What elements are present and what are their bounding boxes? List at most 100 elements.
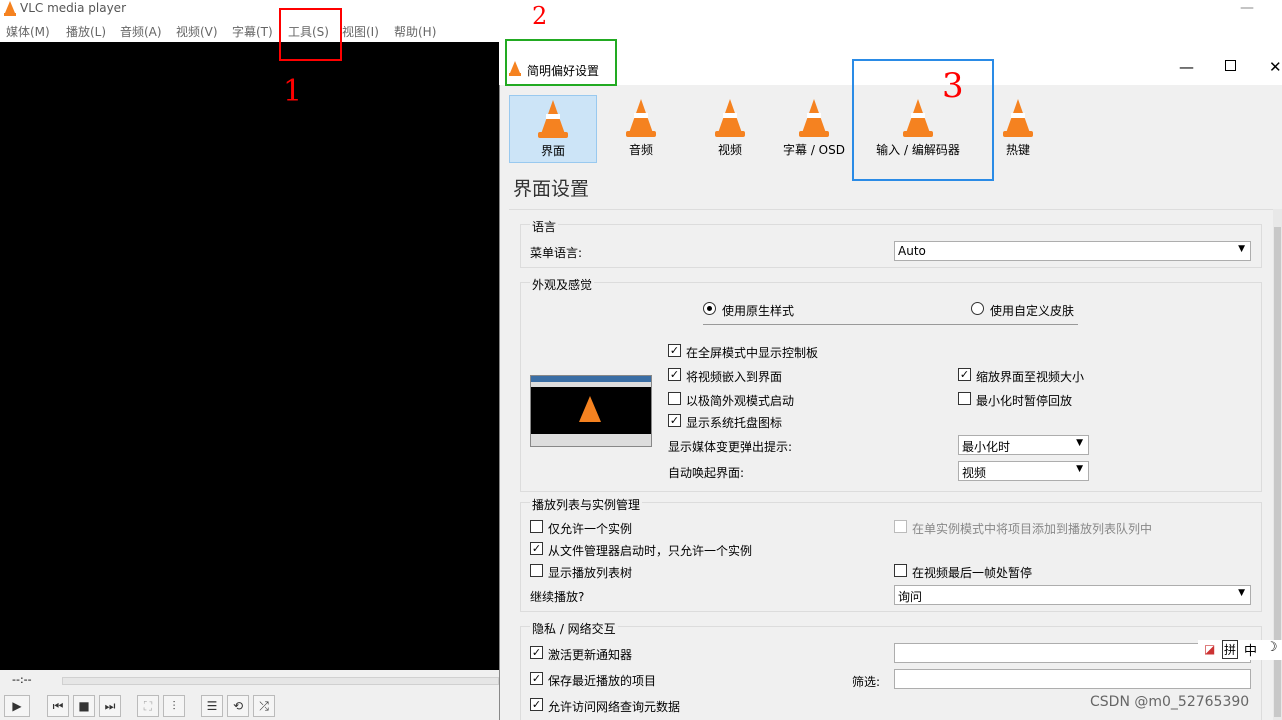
shuffle-button[interactable]: ⤮ — [253, 695, 275, 717]
category-audio[interactable]: 音频 — [597, 95, 685, 163]
category-label: 字幕 / OSD — [783, 143, 845, 157]
minimal-view-checkbox[interactable] — [668, 392, 681, 405]
popup-select[interactable]: 最小化时 ▼ — [958, 435, 1089, 455]
playlist-group-title: 播放列表与实例管理 — [530, 496, 643, 513]
annotation-number-2: 2 — [532, 2, 548, 30]
menu-language-label: 菜单语言: — [530, 246, 583, 260]
extended-settings-button[interactable]: ⫶ — [163, 695, 185, 717]
loop-button[interactable]: ⟲ — [227, 695, 249, 717]
privacy-group-title: 隐私 / 网络交互 — [530, 620, 618, 637]
resume-select[interactable]: 询问 ▼ — [894, 585, 1251, 605]
category-label: 界面 — [540, 144, 565, 158]
prev-icon: ⏮ — [52, 698, 64, 713]
ime-indicator[interactable]: ◪ 拼 中 ☽ — [1198, 640, 1282, 660]
category-label: 视频 — [717, 143, 742, 157]
one-instance-fm-label: 从文件管理器启动时，只允许一个实例 — [548, 544, 753, 558]
stop-icon: ■ — [78, 699, 90, 713]
enqueue-checkbox[interactable] — [894, 520, 907, 533]
prev-button[interactable]: ⏮ — [47, 695, 69, 717]
ime-mode: 中 — [1244, 644, 1258, 659]
minimize-button[interactable]: — — [1179, 58, 1194, 76]
save-recent-label: 保存最近播放的项目 — [548, 674, 657, 688]
native-style-radio[interactable] — [703, 302, 716, 315]
systray-checkbox[interactable]: ✓ — [668, 414, 681, 427]
hotkeys-cone-icon — [1001, 99, 1035, 139]
video-cone-icon — [713, 99, 747, 139]
menu-subtitle[interactable]: 字幕(T) — [232, 23, 273, 40]
pause-minimized-checkbox[interactable] — [958, 392, 971, 405]
metadata-network-label: 允许访问网络查询元数据 — [548, 700, 681, 714]
pause-last-frame-label: 在视频最后一帧处暂停 — [912, 566, 1033, 580]
playlist-tree-label: 显示播放列表树 — [548, 566, 633, 580]
playlist-tree-checkbox[interactable] — [530, 564, 543, 577]
menu-audio[interactable]: 音频(A) — [120, 23, 162, 40]
video-area[interactable] — [0, 42, 499, 670]
minimize-button[interactable]: — — [1240, 0, 1254, 16]
play-button[interactable]: ▶ — [4, 695, 30, 717]
pause-last-frame-checkbox[interactable] — [894, 564, 907, 577]
annotation-box-tools — [279, 8, 342, 61]
section-title: 界面设置 — [513, 178, 590, 200]
menu-view[interactable]: 视图(I) — [342, 23, 379, 40]
resize-interface-checkbox[interactable]: ✓ — [958, 368, 971, 381]
ime-pinyin-icon: 拼 — [1222, 640, 1239, 659]
maximize-button[interactable] — [1225, 60, 1236, 71]
fs-controller-checkbox[interactable]: ✓ — [668, 344, 681, 357]
menu-language-select[interactable]: Auto ▼ — [894, 241, 1251, 261]
embed-video-label: 将视频嵌入到界面 — [686, 370, 783, 384]
extended-settings-icon: ⫶ — [172, 698, 176, 713]
category-label: 音频 — [628, 143, 653, 157]
vlc-logo-icon — [4, 1, 16, 16]
next-icon: ⏭ — [104, 698, 116, 713]
update-notifier-checkbox[interactable]: ✓ — [530, 646, 543, 659]
filter-input[interactable] — [894, 669, 1251, 689]
pause-minimized-label: 最小化时暂停回放 — [976, 394, 1073, 408]
menu-video[interactable]: 视频(V) — [176, 23, 218, 40]
shuffle-icon: ⤮ — [259, 698, 269, 713]
next-button[interactable]: ⏭ — [99, 695, 121, 717]
raise-select[interactable]: 视频 ▼ — [958, 461, 1089, 481]
dropdown-arrow-icon: ▼ — [1238, 244, 1245, 254]
vlc-preview-thumbnail — [530, 375, 652, 447]
loop-icon: ⟲ — [232, 699, 244, 713]
one-instance-label: 仅允许一个实例 — [548, 522, 633, 536]
raise-value: 视频 — [962, 466, 987, 480]
menu-media[interactable]: 媒体(M) — [6, 23, 50, 40]
close-button[interactable]: ✕ — [1269, 58, 1282, 76]
custom-skin-label: 使用自定义皮肤 — [990, 304, 1075, 318]
native-style-label: 使用原生样式 — [722, 304, 795, 318]
ime-moon-icon: ☽ — [1266, 640, 1278, 655]
time-label: --:-- — [12, 673, 32, 686]
fullscreen-button[interactable]: ⛶ — [137, 695, 159, 717]
play-icon: ▶ — [12, 699, 22, 713]
raise-label: 自动唤起界面: — [668, 466, 745, 480]
filter-label: 筛选: — [852, 675, 881, 689]
playlist-button[interactable]: ☰ — [201, 695, 223, 717]
one-instance-fm-checkbox[interactable]: ✓ — [530, 542, 543, 555]
annotation-number-3: 3 — [942, 66, 964, 106]
category-interface[interactable]: 界面 — [509, 95, 597, 163]
main-title-bar: VLC media player — — [0, 0, 1282, 18]
stop-button[interactable]: ■ — [73, 695, 95, 717]
save-recent-checkbox[interactable]: ✓ — [530, 672, 543, 685]
interface-cone-icon — [536, 100, 570, 140]
category-subtitles[interactable]: 字幕 / OSD — [774, 95, 854, 163]
fullscreen-icon: ⛶ — [143, 698, 153, 713]
playlist-icon: ☰ — [206, 699, 218, 713]
menu-help[interactable]: 帮助(H) — [394, 23, 436, 40]
category-video[interactable]: 视频 — [686, 95, 774, 163]
seek-slider[interactable] — [62, 677, 499, 685]
custom-skin-radio[interactable] — [971, 302, 984, 315]
look-feel-group-title: 外观及感觉 — [530, 276, 595, 293]
annotation-box-title — [505, 39, 617, 86]
app-title: VLC media player — [20, 1, 127, 15]
menu-playback[interactable]: 播放(L) — [66, 23, 106, 40]
annotation-box-input-codecs — [852, 59, 994, 181]
metadata-network-checkbox[interactable]: ✓ — [530, 698, 543, 711]
audio-cone-icon — [624, 99, 658, 139]
update-notifier-label: 激活更新通知器 — [548, 648, 633, 662]
dropdown-arrow-icon: ▼ — [1076, 438, 1083, 448]
one-instance-checkbox[interactable] — [530, 520, 543, 533]
embed-video-checkbox[interactable]: ✓ — [668, 368, 681, 381]
fs-controller-label: 在全屏模式中显示控制板 — [686, 346, 819, 360]
